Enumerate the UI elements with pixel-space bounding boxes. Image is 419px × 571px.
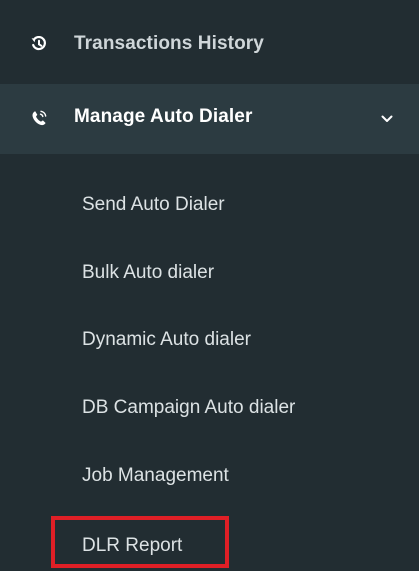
sidebar: Transactions History Manage Auto Dialer … (0, 0, 419, 571)
submenu-manage-auto-dialer: Send Auto Dialer Bulk Auto dialer Dynami… (0, 154, 419, 571)
sidebar-item-manage-auto-dialer[interactable]: Manage Auto Dialer (0, 84, 419, 154)
submenu-item-dynamic-auto-dialer[interactable]: Dynamic Auto dialer (82, 328, 251, 352)
sidebar-item-transactions-history[interactable]: Transactions History (0, 4, 419, 84)
submenu-item-job-management[interactable]: Job Management (82, 464, 229, 488)
highlight-box (51, 516, 229, 568)
chevron-down-icon[interactable] (381, 114, 393, 124)
phone-ringing-icon (31, 110, 47, 126)
sidebar-item-label: Manage Auto Dialer (74, 106, 253, 127)
history-icon (31, 36, 47, 52)
submenu-item-db-campaign-auto-dialer[interactable]: DB Campaign Auto dialer (82, 396, 295, 420)
submenu-item-bulk-auto-dialer[interactable]: Bulk Auto dialer (82, 261, 214, 285)
submenu-item-send-auto-dialer[interactable]: Send Auto Dialer (82, 193, 225, 217)
sidebar-item-label: Transactions History (74, 33, 264, 54)
